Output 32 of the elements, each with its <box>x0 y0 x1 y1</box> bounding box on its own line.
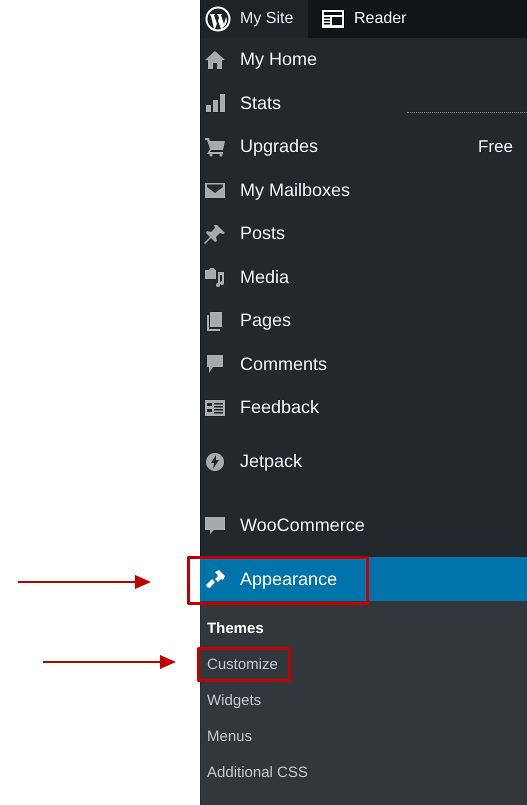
sidebar-item[interactable]: My Mailboxes <box>200 168 527 212</box>
top-bar-tab[interactable]: Reader <box>308 0 412 38</box>
form-icon <box>204 398 226 418</box>
sidebar-item[interactable]: My Home <box>200 38 527 82</box>
submenu-item[interactable]: Customize <box>200 647 527 683</box>
sidebar-item[interactable]: Stats <box>200 82 527 125</box>
camera-music-icon <box>204 267 226 288</box>
sidebar-item[interactable]: Media <box>200 256 527 299</box>
newspaper-icon <box>321 9 345 29</box>
home-icon <box>204 50 226 70</box>
sidebar-item[interactable]: Upgrades Free <box>200 125 527 168</box>
top-bar-tab[interactable]: My Site <box>200 0 308 38</box>
submenu-item[interactable]: Menus <box>200 719 527 755</box>
sidebar-item[interactable]: Jetpack <box>200 430 527 494</box>
envelope-icon <box>204 180 226 200</box>
wordpress-logo-icon <box>205 6 231 32</box>
submenu-item[interactable]: Additional CSS <box>200 755 527 791</box>
lightning-circle-icon <box>204 452 226 472</box>
sidebar-item[interactable]: Appearance <box>200 557 527 601</box>
submenu-item[interactable]: Themes <box>200 611 527 647</box>
submenu-item[interactable]: Widgets <box>200 683 527 719</box>
sidebar-item[interactable]: Feedback <box>200 386 527 430</box>
sidebar-item[interactable]: Posts <box>200 212 527 256</box>
speech-bubble-icon <box>204 354 226 374</box>
plan-label: Free <box>478 136 513 158</box>
sidebar-item[interactable]: WooCommerce <box>200 494 527 557</box>
bar-chart-icon <box>204 93 226 114</box>
pin-icon <box>204 224 226 244</box>
paintbrush-icon <box>204 569 226 589</box>
cart-icon <box>204 136 226 157</box>
sidebar-item[interactable]: Comments <box>200 342 527 386</box>
sidebar-item[interactable]: Pages <box>200 299 527 342</box>
